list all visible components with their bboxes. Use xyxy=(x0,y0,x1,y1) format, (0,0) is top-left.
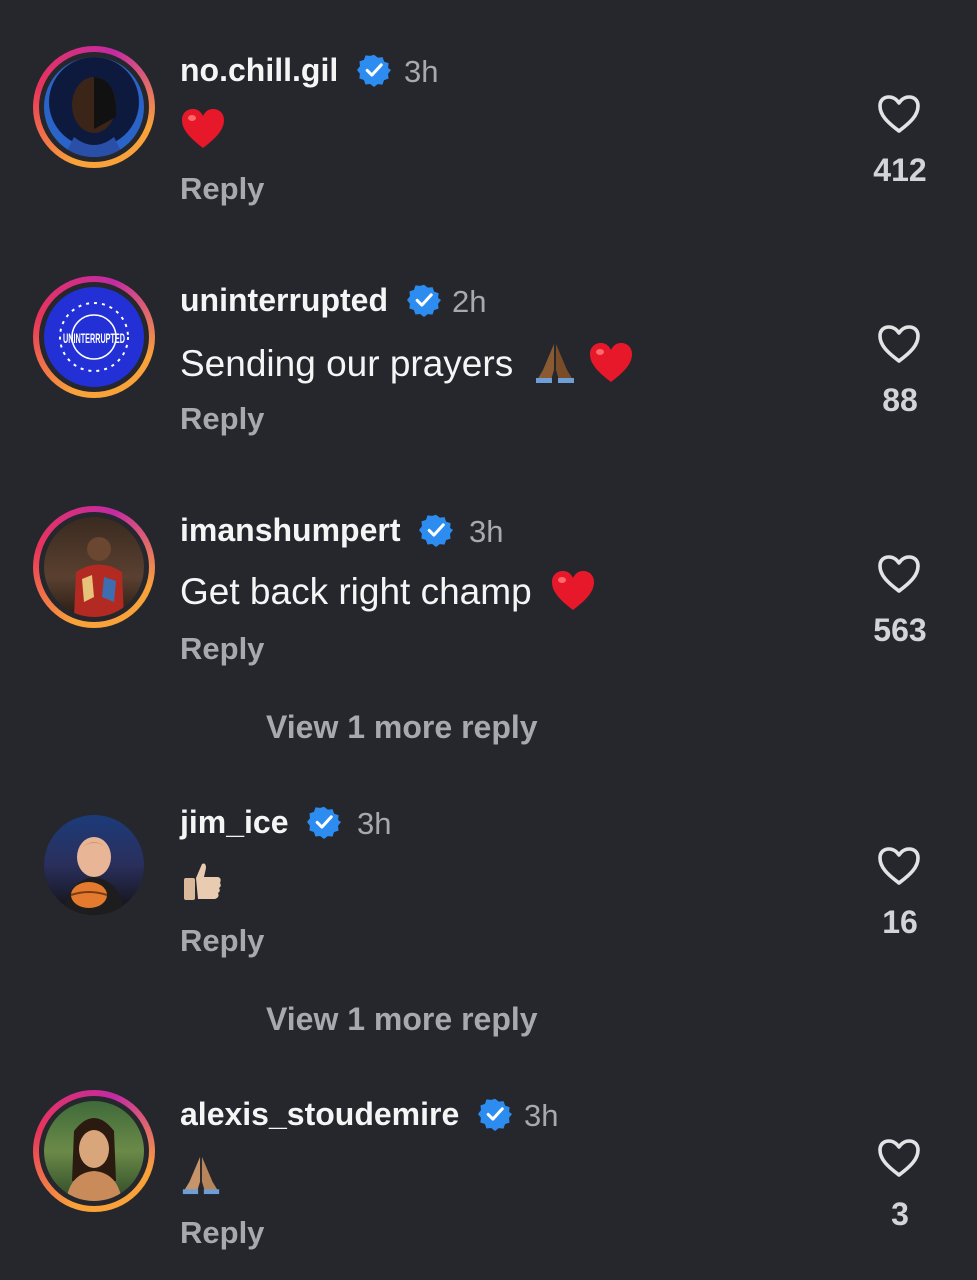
comment-text: Sending our prayers xyxy=(180,340,634,385)
thumbs-up-emoji-icon xyxy=(184,863,221,900)
verified-badge-icon xyxy=(307,806,342,839)
like-count: 88 xyxy=(882,382,918,418)
heart-outline-icon[interactable] xyxy=(877,554,921,594)
avatar[interactable] xyxy=(33,506,155,628)
view-more-replies-button[interactable]: View 1 more reply xyxy=(266,1001,538,1038)
heart-outline-icon[interactable] xyxy=(877,324,921,364)
reply-button[interactable]: Reply xyxy=(180,1215,264,1251)
comment-text: Get back right champ xyxy=(180,570,596,613)
comment-item: alexis_stoudemire 3h Reply 3 xyxy=(0,0,977,1250)
username[interactable]: imanshumpert xyxy=(180,512,454,549)
verified-badge-icon xyxy=(478,1098,513,1131)
timestamp: 2h xyxy=(452,284,487,319)
comment-text xyxy=(180,860,224,907)
folded-hands-emoji-icon xyxy=(182,1156,220,1195)
verified-badge-icon xyxy=(419,514,454,547)
avatar-logo-text: UNINTERRUPTED xyxy=(63,330,125,346)
avatar[interactable] xyxy=(33,804,155,926)
reply-button[interactable]: Reply xyxy=(180,631,264,667)
heart-outline-icon[interactable] xyxy=(877,1138,921,1178)
reply-button[interactable]: Reply xyxy=(180,923,264,959)
username[interactable]: jim_ice xyxy=(180,804,342,841)
red-heart-emoji-icon xyxy=(551,571,594,610)
like-count: 16 xyxy=(882,904,918,940)
username[interactable]: alexis_stoudemire xyxy=(180,1096,513,1133)
username[interactable]: uninterrupted xyxy=(180,282,441,319)
reply-button[interactable]: Reply xyxy=(180,401,264,437)
folded-hands-emoji-icon xyxy=(536,344,575,383)
comment-text xyxy=(180,1152,222,1197)
timestamp: 3h xyxy=(357,806,392,841)
like-count: 3 xyxy=(891,1196,909,1232)
like-count: 563 xyxy=(873,612,927,648)
red-heart-emoji-icon xyxy=(589,343,632,382)
view-more-replies-button[interactable]: View 1 more reply xyxy=(266,709,538,746)
timestamp: 3h xyxy=(469,514,504,549)
verified-badge-icon xyxy=(406,284,441,317)
heart-outline-icon[interactable] xyxy=(877,846,921,886)
avatar[interactable]: UNINTERRUPTED xyxy=(33,276,155,398)
timestamp: 3h xyxy=(524,1098,559,1133)
avatar[interactable] xyxy=(33,1090,155,1212)
